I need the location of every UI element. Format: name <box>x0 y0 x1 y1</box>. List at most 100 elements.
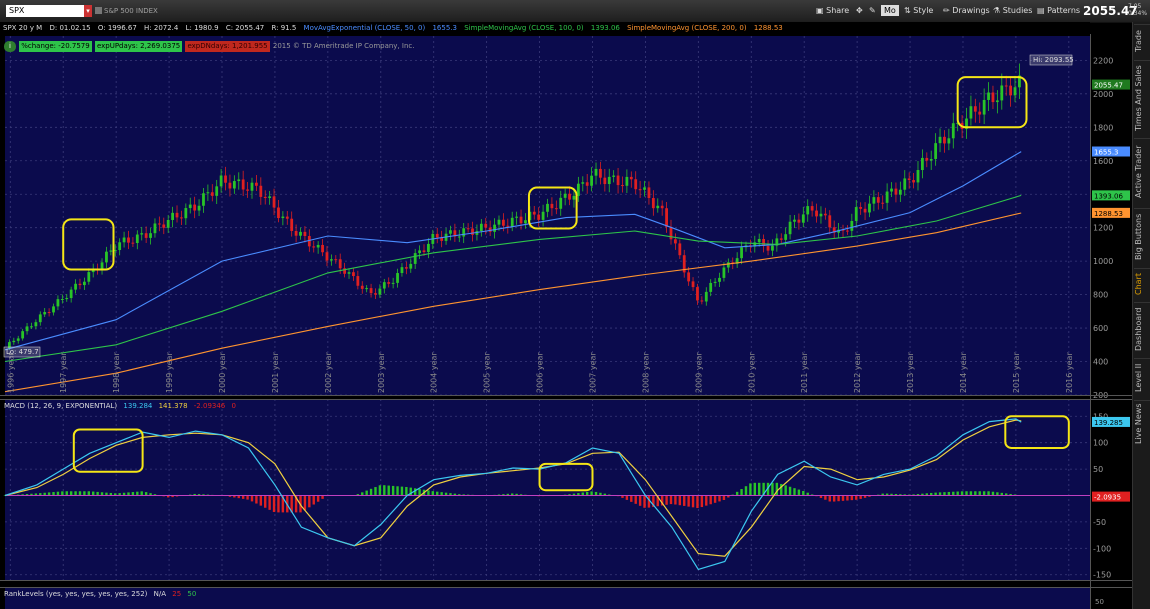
macd-study-label[interactable]: MACD (12, 26, 9, EXPONENTIAL) <box>4 402 117 410</box>
tab-times-and-sales[interactable]: Times And Sales <box>1134 60 1150 135</box>
candle-body <box>991 92 995 103</box>
macd-histogram-bar <box>705 495 708 506</box>
tab-live-news[interactable]: Live News <box>1134 400 1150 447</box>
macd-histogram-bar <box>144 492 148 496</box>
candle-body <box>105 251 108 263</box>
x-tick-label: 2002 year <box>324 352 333 393</box>
candle-body <box>312 246 316 248</box>
tab-trade[interactable]: Trade <box>1134 24 1150 57</box>
macd-histogram-bar <box>405 486 408 496</box>
macd-y-tick-label: -50 <box>1093 518 1106 527</box>
candle-body <box>449 230 452 234</box>
macd-histogram-bar <box>758 482 761 496</box>
candle-body <box>629 176 633 180</box>
macd-histogram-bar <box>268 495 271 510</box>
tab-active-trader[interactable]: Active Trader <box>1134 138 1150 205</box>
rank-na: N/A <box>153 590 167 598</box>
pct-change-badge: %change: -20.7579 <box>19 41 92 52</box>
macd-histogram-bar <box>943 492 946 496</box>
macd-histogram-bar <box>674 495 677 505</box>
candle-body <box>479 223 483 232</box>
candle-body <box>823 213 827 216</box>
candle-body <box>34 322 38 327</box>
candle-body <box>907 178 911 181</box>
tab-big-buttons[interactable]: Big Buttons <box>1134 208 1150 265</box>
candle-body <box>828 215 832 228</box>
candle-body <box>466 228 470 230</box>
candle-body <box>590 175 594 186</box>
candle-body <box>784 234 788 240</box>
candle-body <box>219 175 223 187</box>
macd-header: MACD (12, 26, 9, EXPONENTIAL) 139.284 14… <box>4 401 236 411</box>
candle-body <box>726 262 730 268</box>
candle-body <box>515 216 519 218</box>
macd-histogram-bar <box>638 495 642 506</box>
macd-histogram-bar <box>718 495 721 502</box>
rank-axis-label: 50 <box>1095 598 1104 606</box>
x-tick-label: 2007 year <box>588 352 597 393</box>
candle-body <box>656 205 660 209</box>
candle-body <box>868 203 871 213</box>
macd-histogram-bar <box>250 495 254 502</box>
candle-body <box>647 187 651 199</box>
candle-body <box>890 188 893 192</box>
x-tick-label: 1999 year <box>165 352 174 393</box>
candle-body <box>325 252 329 261</box>
info-icon[interactable]: i <box>4 41 16 52</box>
macd-histogram-bar <box>378 485 382 496</box>
candle-body <box>329 259 333 261</box>
macd-histogram-bar <box>683 495 686 506</box>
candle-body <box>885 191 889 203</box>
macd-histogram-bar <box>952 491 955 496</box>
candle-body <box>524 220 527 224</box>
candle-body <box>157 223 161 225</box>
candle-body <box>387 282 391 284</box>
candle-body <box>934 143 938 159</box>
candle-body <box>215 186 219 196</box>
candle-body <box>188 204 192 209</box>
candle-body <box>532 211 536 215</box>
candle-body <box>210 192 214 196</box>
tab-chart[interactable]: Chart <box>1134 268 1150 299</box>
macd-y-tick-label: -100 <box>1093 544 1111 553</box>
candle-body <box>184 208 188 219</box>
macd-histogram-bar <box>418 489 421 496</box>
macd-histogram-bar <box>65 491 68 496</box>
x-tick-label: 2000 year <box>218 352 227 393</box>
candle-body <box>987 92 990 100</box>
macd-histogram-bar <box>784 485 787 496</box>
candle-body <box>537 214 541 220</box>
candle-body <box>294 230 298 236</box>
macd-histogram-bar <box>96 491 99 496</box>
candle-body <box>290 218 294 231</box>
tab-level-ii[interactable]: Level II <box>1134 358 1150 397</box>
candle-body <box>709 282 713 292</box>
candle-body <box>819 213 823 217</box>
candle-body <box>25 326 29 332</box>
candle-body <box>660 205 664 209</box>
tab-dashboard[interactable]: Dashboard <box>1134 302 1150 355</box>
rank-study-label[interactable]: RankLevels (yes, yes, yes, yes, yes, 252… <box>4 590 147 598</box>
candle-body <box>268 196 272 199</box>
candle-body <box>713 281 717 283</box>
candle-body <box>374 293 377 295</box>
candle-body <box>246 189 249 191</box>
candle-body <box>546 203 549 212</box>
price-y-tick-label: 1800 <box>1093 123 1113 132</box>
candle-body <box>568 193 571 200</box>
candle-body <box>863 208 867 213</box>
chart-canvas[interactable]: 1996 year 1997 year 1998 year 1999 year 2000… <box>0 0 1132 609</box>
candle-body <box>418 250 421 254</box>
macd-histogram-bar <box>264 495 267 508</box>
macd-histogram-bar <box>52 492 55 496</box>
macd-histogram-bar <box>630 495 633 502</box>
candle-body <box>612 175 616 177</box>
macd-histogram-bar <box>991 491 995 496</box>
macd-histogram-bar <box>669 495 673 505</box>
x-tick-label: 2010 year <box>747 352 756 393</box>
candle-body <box>643 187 646 190</box>
candle-body <box>82 281 86 286</box>
price-y-tick-label: 1000 <box>1093 257 1113 266</box>
price-y-tick-label: 1200 <box>1093 224 1113 233</box>
candle-body <box>801 214 805 223</box>
